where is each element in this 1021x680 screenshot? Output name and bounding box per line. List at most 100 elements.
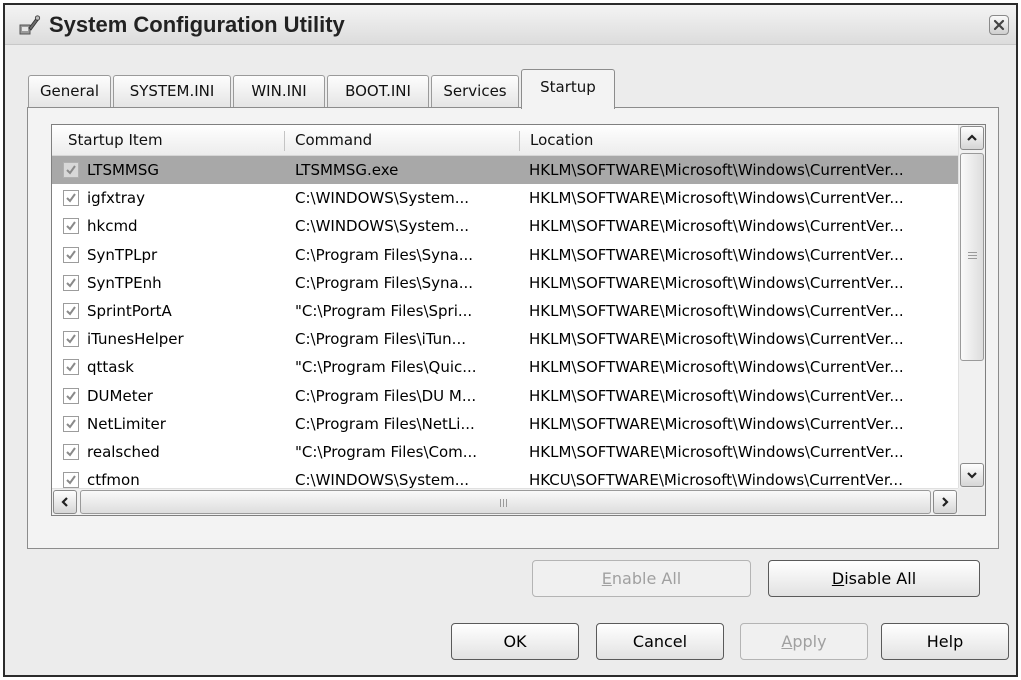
- tab-label: WIN.INI: [251, 82, 307, 100]
- table-row[interactable]: SynTPEnh C:\Program Files\Syna... HKLM\SOF…: [52, 269, 959, 297]
- table-row[interactable]: qttask "C:\Program Files\Quic... HKLM\SOFT…: [52, 353, 959, 381]
- disable-all-mnemonic: D: [831, 569, 845, 588]
- checkmark-icon: [66, 362, 76, 372]
- startup-item-checkbox[interactable]: [63, 190, 79, 207]
- startup-item-checkbox[interactable]: [63, 331, 79, 348]
- startup-item-command: C:\WINDOWS\System...: [295, 189, 470, 208]
- table-row[interactable]: SynTPLpr C:\Program Files\Syna... HKLM\SOF…: [52, 241, 959, 269]
- tab-win-ini[interactable]: WIN.INI: [233, 75, 325, 108]
- enable-all-mnemonic: E: [601, 569, 612, 588]
- disable-all-button[interactable]: Disable All: [768, 560, 980, 597]
- close-button[interactable]: [989, 15, 1009, 35]
- apply-button[interactable]: Apply: [740, 623, 868, 660]
- enable-all-button[interactable]: Enable All: [532, 560, 751, 597]
- checkmark-icon: [66, 306, 76, 316]
- startup-item-name: DUMeter: [87, 386, 153, 405]
- startup-item-name: SynTPLpr: [87, 245, 158, 264]
- horizontal-scroll-thumb[interactable]: [80, 490, 931, 514]
- chevron-up-icon: [967, 134, 977, 141]
- startup-item-checkbox[interactable]: [63, 218, 79, 235]
- startup-item-command: C:\WINDOWS\System...: [295, 471, 470, 490]
- table-row[interactable]: LTSMMSG LTSMMSG.exe HKLM\SOFTWARE\Microsof…: [52, 156, 959, 185]
- checkmark-icon: [66, 221, 76, 231]
- table-row[interactable]: DUMeter C:\Program Files\DU M... HKLM\SOFT…: [52, 382, 959, 410]
- scroll-left-button[interactable]: [53, 490, 77, 514]
- table-row[interactable]: iTunesHelper C:\Program Files\iTun... HKLM…: [52, 325, 959, 353]
- horizontal-scrollbar[interactable]: [52, 488, 959, 515]
- table-row[interactable]: igfxtray C:\WINDOWS\System... HKLM\SOFTWAR…: [52, 184, 959, 212]
- column-header-command[interactable]: Command: [285, 125, 519, 156]
- tab-startup[interactable]: Startup: [521, 69, 615, 109]
- checkmark-icon: [66, 249, 76, 260]
- tab-system-ini[interactable]: SYSTEM.INI: [113, 75, 231, 108]
- thumb-grip: [968, 255, 977, 256]
- column-header-location[interactable]: Location: [520, 125, 959, 156]
- checkmark-icon: [66, 447, 76, 457]
- tab-general[interactable]: General: [28, 75, 111, 108]
- startup-item-command: C:\Program Files\Syna...: [295, 273, 474, 292]
- startup-item-checkbox[interactable]: [63, 359, 79, 376]
- startup-item-command: "C:\Program Files\Com...: [295, 442, 478, 461]
- table-row[interactable]: NetLimiter C:\Program Files\NetLi... HKLM\…: [52, 410, 959, 438]
- enable-all-label: nable All: [611, 569, 682, 588]
- disable-all-label: isable All: [844, 569, 917, 588]
- tab-label: BOOT.INI: [345, 82, 411, 100]
- startup-item-name: iTunesHelper: [87, 330, 184, 349]
- startup-item-name: NetLimiter: [87, 414, 166, 433]
- thumb-grip: [968, 252, 977, 253]
- startup-item-location: HKLM\SOFTWARE\Microsoft\Windows\CurrentV…: [529, 273, 904, 292]
- vertical-scroll-thumb[interactable]: [960, 153, 984, 361]
- chevron-right-icon: [942, 497, 949, 507]
- startup-item-checkbox[interactable]: [63, 246, 79, 263]
- startup-item-location: HKLM\SOFTWARE\Microsoft\Windows\CurrentV…: [529, 245, 904, 264]
- scrollbar-corner: [958, 488, 985, 515]
- startup-item-command: LTSMMSG.exe: [295, 161, 399, 179]
- scroll-down-button[interactable]: [960, 463, 984, 487]
- apply-label: pply: [792, 632, 827, 651]
- apply-mnemonic: A: [781, 632, 793, 651]
- startup-item-command: C:\WINDOWS\System...: [295, 217, 470, 236]
- startup-item-name: LTSMMSG: [87, 161, 160, 179]
- title-bar[interactable]: System Configuration Utility: [5, 5, 1016, 45]
- startup-item-name: igfxtray: [87, 189, 145, 208]
- startup-items-list[interactable]: Startup Item Command Location LTSMMSG LTS…: [51, 124, 986, 516]
- checkmark-icon: [66, 334, 76, 344]
- thumb-grip: [506, 499, 507, 507]
- startup-item-checkbox[interactable]: [63, 387, 79, 404]
- startup-item-checkbox[interactable]: [63, 274, 79, 291]
- startup-item-name: ctfmon: [87, 471, 140, 490]
- cancel-button[interactable]: Cancel: [596, 623, 724, 660]
- column-header-startup-item[interactable]: Startup Item: [52, 125, 284, 156]
- list-rows: LTSMMSG LTSMMSG.exe HKLM\SOFTWARE\Microsof…: [52, 156, 959, 494]
- startup-item-name: hkcmd: [87, 217, 138, 236]
- table-row[interactable]: hkcmd C:\WINDOWS\System... HKLM\SOFTWARE\M…: [52, 212, 959, 240]
- startup-item-location: HKLM\SOFTWARE\Microsoft\Windows\CurrentV…: [529, 217, 904, 236]
- tab-services[interactable]: Services: [431, 75, 519, 108]
- startup-item-command: "C:\Program Files\Spri...: [295, 301, 473, 320]
- tab-label: General: [39, 82, 100, 100]
- list-header: Startup Item Command Location: [52, 125, 959, 156]
- tab-label: SYSTEM.INI: [129, 82, 215, 100]
- help-button[interactable]: Help: [881, 623, 1009, 660]
- vertical-scrollbar[interactable]: [958, 125, 985, 489]
- window-title: System Configuration Utility: [49, 12, 345, 37]
- startup-item-command: "C:\Program Files\Quic...: [295, 358, 477, 377]
- ok-button[interactable]: OK: [451, 623, 579, 660]
- startup-item-checkbox[interactable]: [63, 443, 79, 460]
- tab-boot-ini[interactable]: BOOT.INI: [327, 75, 429, 108]
- startup-item-location: HKCU\SOFTWARE\Microsoft\Windows\CurrentV…: [529, 471, 903, 490]
- startup-item-checkbox[interactable]: [63, 472, 79, 489]
- startup-item-checkbox[interactable]: [63, 415, 79, 432]
- scroll-up-button[interactable]: [960, 126, 984, 150]
- thumb-grip: [500, 499, 501, 507]
- close-icon: [993, 19, 1005, 31]
- startup-item-checkbox[interactable]: [63, 302, 79, 319]
- table-row[interactable]: realsched "C:\Program Files\Com... HKLM\SO…: [52, 438, 959, 466]
- checkmark-icon: [66, 475, 76, 485]
- startup-item-checkbox[interactable]: [63, 162, 79, 178]
- startup-item-location: HKLM\SOFTWARE\Microsoft\Windows\CurrentV…: [529, 301, 904, 320]
- startup-item-location: HKLM\SOFTWARE\Microsoft\Windows\CurrentV…: [529, 161, 904, 179]
- startup-item-location: HKLM\SOFTWARE\Microsoft\Windows\CurrentV…: [529, 442, 904, 461]
- scroll-right-button[interactable]: [933, 490, 957, 514]
- table-row[interactable]: SprintPortA "C:\Program Files\Spri... HKLM…: [52, 297, 959, 325]
